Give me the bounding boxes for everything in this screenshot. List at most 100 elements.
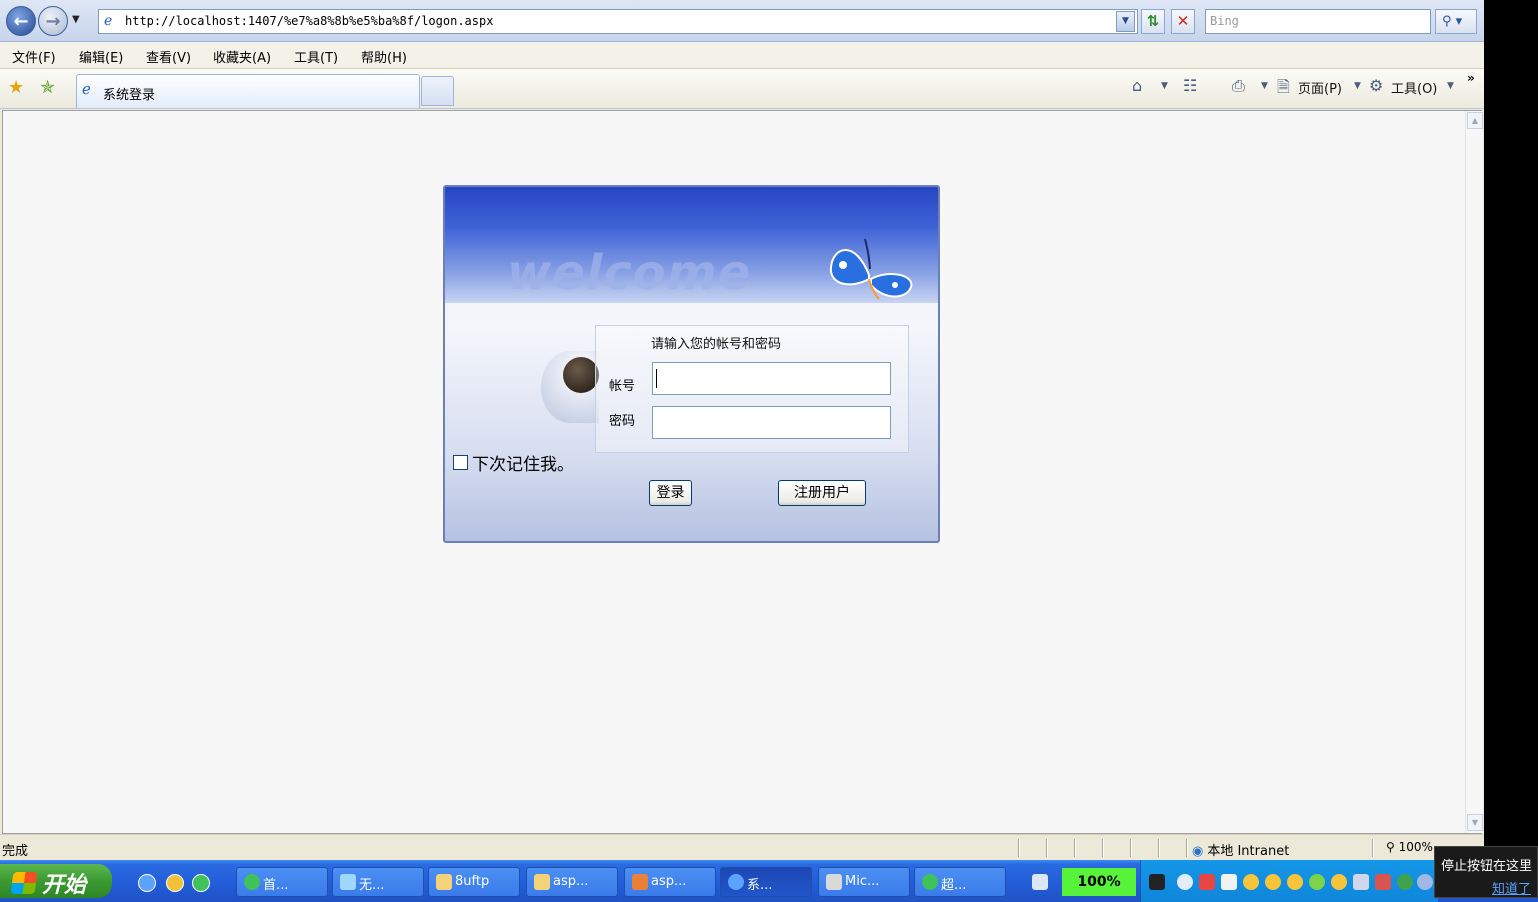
home-icon[interactable]: ⌂ <box>1132 76 1142 95</box>
windows-logo-icon <box>10 872 38 894</box>
welcome-text: welcome <box>507 245 752 301</box>
menu-file[interactable]: 文件(F) <box>12 47 56 66</box>
tray-app-icon[interactable] <box>1417 874 1433 890</box>
new-tab-button[interactable] <box>421 76 454 106</box>
login-prompt: 请输入您的帐号和密码 <box>651 337 782 352</box>
scroll-down-button[interactable]: ▼ <box>1467 814 1483 831</box>
network-error-icon[interactable] <box>1375 874 1391 890</box>
qq-icon[interactable] <box>1287 874 1303 890</box>
vertical-scrollbar[interactable]: ▲ ▼ <box>1465 111 1483 833</box>
tray-app-icon[interactable] <box>1309 874 1325 890</box>
tab-title: 系统登录 <box>103 88 156 103</box>
print-dropdown-icon[interactable]: ▼ <box>1261 81 1268 91</box>
chevron-more-icon[interactable]: » <box>1467 71 1475 85</box>
ie-quicklaunch-icon[interactable] <box>138 874 156 892</box>
zone-label: 本地 Intranet <box>1207 844 1290 859</box>
welcome-banner: welcome <box>445 187 938 303</box>
page-menu[interactable]: 页面(P) <box>1298 78 1342 97</box>
network-icon[interactable] <box>1353 874 1369 890</box>
menu-favorites[interactable]: 收藏夹(A) <box>213 47 271 66</box>
start-button[interactable]: 开始 <box>0 864 112 898</box>
remember-label: 下次记住我。 <box>472 455 574 475</box>
security-zone[interactable]: ◉ 本地 Intranet <box>1192 840 1289 859</box>
menu-edit[interactable]: 编辑(E) <box>79 47 123 66</box>
page-content: welcome 请输入您的帐号和密码 帐号 密码 下次记住我。 登录 注册用户 … <box>2 110 1483 834</box>
task-label: Mic... <box>845 874 880 889</box>
qq-icon[interactable] <box>1243 874 1259 890</box>
system-tray <box>1140 860 1438 902</box>
task-label: 无... <box>359 878 385 893</box>
tray-app-icon[interactable] <box>1199 874 1215 890</box>
tools-dropdown-icon[interactable]: ▼ <box>1447 81 1454 91</box>
gear-icon: ⚙ <box>1369 76 1384 95</box>
tools-menu[interactable]: 工具(O) <box>1391 78 1437 97</box>
task-label: 8uftp <box>455 874 490 889</box>
menu-tools[interactable]: 工具(T) <box>294 47 338 66</box>
media-quicklaunch-icon[interactable] <box>166 874 184 892</box>
zoom-label: 100% <box>1398 840 1433 854</box>
tooltip-dismiss-link[interactable]: 知道了 <box>1441 878 1537 897</box>
status-text: 完成 <box>2 844 29 859</box>
power-icon[interactable] <box>1149 874 1165 890</box>
refresh-button[interactable]: ⇅ <box>1141 9 1165 34</box>
browser-window: ← → ▼ http://localhost:1407/%e7%a8%8b%e5… <box>0 0 1484 860</box>
menu-view[interactable]: 查看(V) <box>146 47 191 66</box>
remember-checkbox[interactable] <box>453 455 468 470</box>
password-input[interactable] <box>652 406 891 439</box>
stop-button[interactable]: ✕ <box>1171 9 1195 34</box>
address-bar-row: ← → ▼ http://localhost:1407/%e7%a8%8b%e5… <box>0 0 1484 42</box>
tooltip-text: 停止按钮在这里 <box>1441 859 1533 874</box>
status-divider <box>1158 839 1160 857</box>
qq-icon[interactable] <box>1331 874 1347 890</box>
status-bar: 完成 ◉ 本地 Intranet ⚲ 100% <box>0 834 1484 860</box>
status-divider <box>1074 839 1076 857</box>
history-dropdown-icon[interactable]: ▼ <box>72 14 80 25</box>
browser-quicklaunch-icon[interactable] <box>192 874 210 892</box>
task-label: asp... <box>651 874 687 889</box>
ie-task-icon <box>728 874 744 890</box>
tray-collapse-icon[interactable] <box>1177 874 1193 890</box>
account-input[interactable] <box>652 362 891 395</box>
tool-task-icon <box>826 874 842 890</box>
task-label: 超... <box>941 878 967 893</box>
back-button[interactable]: ← <box>6 6 36 36</box>
print-icon[interactable]: ⎙ <box>1232 76 1245 96</box>
notepad-task-icon <box>340 874 356 890</box>
butterfly-icon <box>829 238 913 300</box>
add-favorite-icon[interactable]: ✯ <box>40 77 55 98</box>
remember-me[interactable]: 下次记住我。 <box>453 450 574 475</box>
ie-page-icon: ℯ <box>104 13 113 29</box>
qq-icon[interactable] <box>1265 874 1281 890</box>
tray-app-icon[interactable] <box>1221 874 1237 890</box>
tab-system-login[interactable]: 系统登录 <box>76 74 420 108</box>
favorites-star-icon[interactable]: ★ <box>8 77 24 98</box>
status-divider <box>1102 839 1104 857</box>
feeds-icon[interactable]: ☷ <box>1183 76 1197 95</box>
menu-help[interactable]: 帮助(H) <box>361 47 407 66</box>
tab-bar: ★ ✯ 系统登录 ℯ ⌂ ▼ ☷ ⎙ ▼ 🗎 页面(P) ▼ ⚙ 工具(O) ▼… <box>0 69 1484 109</box>
zoom-level[interactable]: ⚲ 100% <box>1386 840 1433 854</box>
search-icon: ⚲ <box>1442 14 1452 29</box>
task-label: 系... <box>747 878 773 893</box>
start-label: 开始 <box>42 873 87 898</box>
browser-task-icon <box>922 874 938 890</box>
folder-task-icon <box>436 874 452 890</box>
keyboard-icon[interactable] <box>1032 874 1048 890</box>
login-button[interactable]: 登录 <box>649 480 692 506</box>
scroll-up-button[interactable]: ▲ <box>1467 112 1483 129</box>
search-input[interactable]: Bing <box>1205 9 1431 34</box>
forward-button[interactable]: → <box>38 6 68 36</box>
page-dropdown-icon[interactable]: ▼ <box>1354 81 1361 91</box>
home-dropdown-icon[interactable]: ▼ <box>1161 81 1168 91</box>
url-dropdown-button[interactable]: ▼ <box>1116 11 1135 32</box>
login-panel: welcome 请输入您的帐号和密码 帐号 密码 下次记住我。 登录 注册用户 <box>443 185 940 543</box>
account-label: 帐号 <box>609 379 636 394</box>
search-button[interactable]: ⚲ ▾ <box>1435 9 1477 34</box>
register-button[interactable]: 注册用户 <box>778 480 866 506</box>
password-label: 密码 <box>609 414 636 429</box>
shield-icon[interactable] <box>1397 874 1413 890</box>
battery-indicator: 100% <box>1062 868 1136 896</box>
url-field[interactable]: http://localhost:1407/%e7%a8%8b%e5%ba%8f… <box>98 9 1138 34</box>
page-icon: 🗎 <box>1277 77 1290 96</box>
coffee-image <box>563 357 599 393</box>
